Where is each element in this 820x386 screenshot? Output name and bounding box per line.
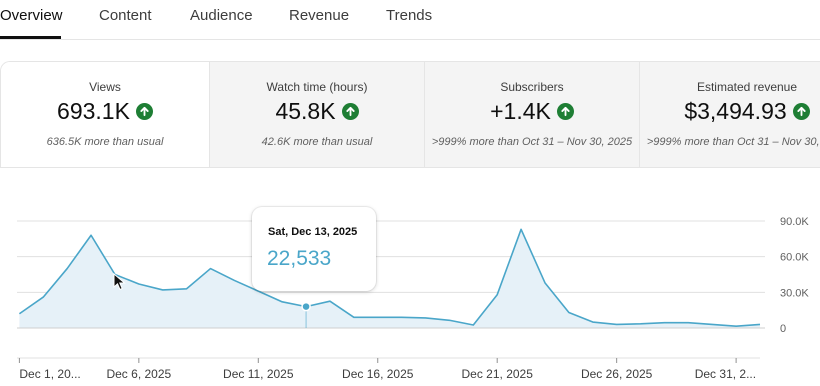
x-tick-label: Dec 16, 2025 — [342, 367, 414, 381]
x-tick-label: Dec 6, 2025 — [106, 367, 171, 381]
card-value: +1.4K — [490, 98, 551, 124]
x-tick-label: Dec 1, 20... — [19, 367, 80, 381]
arrow-up-icon — [135, 103, 153, 120]
x-tick-label: Dec 26, 2025 — [581, 367, 653, 381]
estimated-revenue-card[interactable]: Estimated revenue $3,494.93 >999% more t… — [639, 62, 820, 167]
tab-bar: Overview Content Audience Revenue Trends — [0, 0, 820, 40]
arrow-up-icon — [792, 103, 810, 120]
series-area — [19, 229, 761, 328]
tab-trends[interactable]: Trends — [386, 7, 432, 24]
card-comparison: >999% more than Oct 31 – Nov 30, 2025 — [431, 136, 633, 148]
mouse-pointer-icon — [113, 273, 126, 291]
tab-revenue[interactable]: Revenue — [289, 7, 349, 24]
chart-tooltip: Sat, Dec 13, 2025 22,533 — [252, 207, 376, 291]
tooltip-value: 22,533 — [267, 247, 332, 270]
tab-audience[interactable]: Audience — [190, 7, 253, 24]
y-tick-label: 30.0K — [780, 287, 809, 299]
active-tab-indicator — [0, 36, 61, 39]
metric-cards: Views 693.1K 636.5K more than usual Watc… — [0, 61, 820, 168]
y-tick-label: 0 — [780, 323, 786, 335]
highlighted-point — [301, 301, 311, 312]
card-label: Estimated revenue — [696, 80, 798, 94]
card-label: Views — [89, 80, 121, 94]
card-value: 45.8K — [275, 98, 336, 124]
x-tick-label: Dec 21, 2025 — [462, 367, 534, 381]
tab-overview[interactable]: Overview — [0, 7, 63, 24]
card-label: Watch time (hours) — [266, 80, 368, 94]
watch-time-card[interactable]: Watch time (hours) 45.8K 42.6K more than… — [209, 62, 424, 167]
card-value: 693.1K — [57, 98, 130, 124]
card-label: Subscribers — [500, 80, 564, 94]
views-card[interactable]: Views 693.1K 636.5K more than usual — [1, 62, 209, 167]
y-tick-label: 90.0K — [780, 216, 809, 228]
arrow-up-icon — [556, 103, 574, 120]
tab-content[interactable]: Content — [99, 7, 152, 24]
arrow-up-icon — [341, 103, 359, 120]
x-tick-label: Dec 11, 2025 — [223, 367, 294, 381]
x-tick-label: Dec 31, 2... — [695, 367, 756, 381]
card-comparison: 42.6K more than usual — [261, 136, 373, 148]
tooltip-date: Sat, Dec 13, 2025 — [268, 226, 358, 238]
card-comparison: >999% more than Oct 31 – Nov 30, 2025 — [646, 136, 820, 148]
card-value: $3,494.93 — [684, 98, 787, 124]
y-tick-label: 60.0K — [780, 252, 809, 264]
subscribers-card[interactable]: Subscribers +1.4K >999% more than Oct 31… — [424, 62, 639, 167]
card-comparison: 636.5K more than usual — [46, 136, 164, 148]
